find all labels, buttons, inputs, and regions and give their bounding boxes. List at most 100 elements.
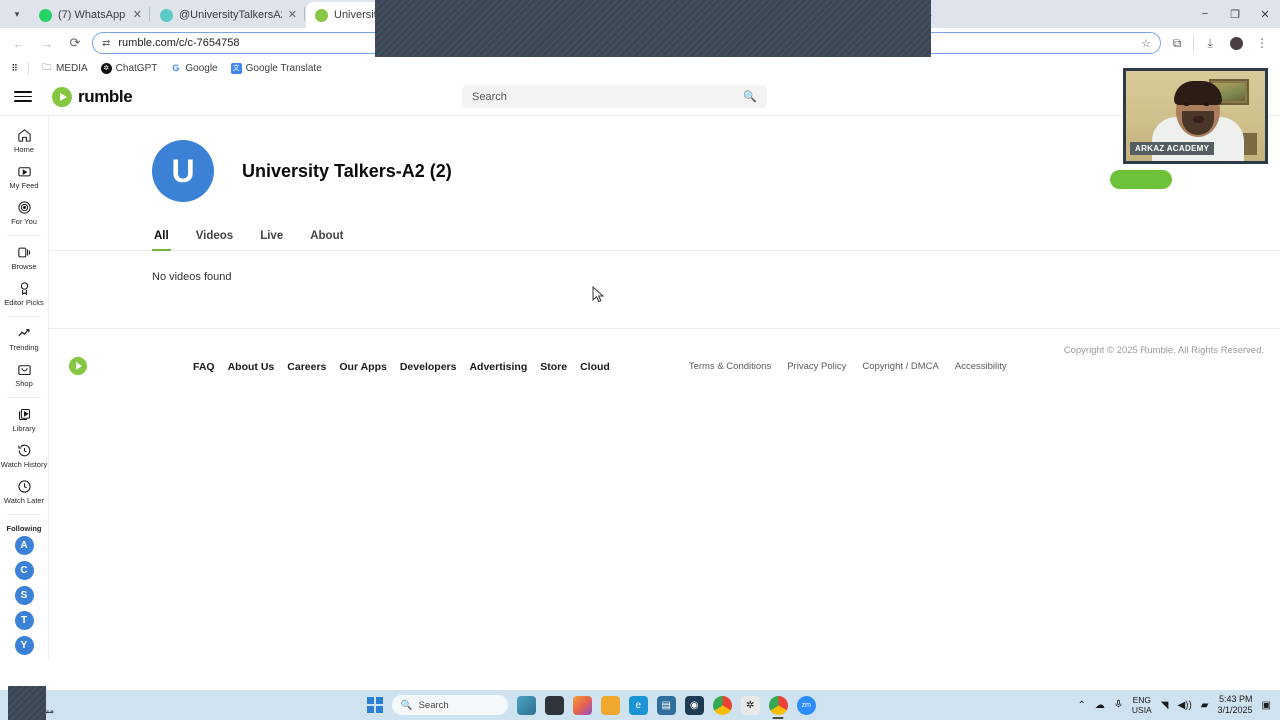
- home-icon: [16, 127, 33, 144]
- tab-close-icon[interactable]: ✕: [133, 9, 142, 21]
- menu-hamburger-icon[interactable]: [14, 86, 36, 108]
- extensions-icon[interactable]: ⧉: [1167, 33, 1187, 53]
- footer-row: FAQ About Us Careers Our Apps Developers…: [49, 345, 1280, 375]
- tab-divider: [149, 7, 150, 21]
- onedrive-icon[interactable]: ☁: [1095, 700, 1105, 711]
- footer-link-careers[interactable]: Careers: [287, 361, 326, 373]
- page-title: University Talkers-A2 (2): [242, 160, 452, 181]
- tab-about[interactable]: About: [308, 226, 345, 250]
- sidebar-item-shop[interactable]: Shop: [0, 357, 48, 393]
- sidebar-item-library[interactable]: Library: [0, 402, 48, 438]
- chrome-active-icon[interactable]: [768, 695, 788, 715]
- bookmark-google-translate[interactable]: 文 Google Translate: [227, 62, 326, 75]
- footer-link-terms[interactable]: Terms & Conditions: [689, 361, 771, 372]
- chrome-icon[interactable]: [712, 695, 732, 715]
- downloads-icon[interactable]: ⤓: [1200, 33, 1220, 53]
- footer-link-our-apps[interactable]: Our Apps: [339, 361, 386, 373]
- footer-link-store[interactable]: Store: [540, 361, 567, 373]
- following-avatar[interactable]: A: [14, 536, 34, 555]
- taskbar-search-input[interactable]: 🔍 Search: [391, 695, 508, 715]
- file-explorer-dark-icon[interactable]: [544, 695, 564, 715]
- sidebar-label: Trending: [9, 343, 39, 352]
- sidebar-label: Library: [12, 424, 36, 433]
- start-button-icon[interactable]: [366, 697, 383, 713]
- microsoft-store-icon[interactable]: ▤: [656, 695, 676, 715]
- edge-icon[interactable]: e: [628, 695, 648, 715]
- widgets-icon[interactable]: [516, 695, 536, 715]
- presenter-eye-left: [1184, 103, 1189, 106]
- windows-taskbar: 8°C مشمس غالبًا 🔍 Search e ▤ ◉ ✲ zm ⌃ ☁ …: [0, 690, 1280, 720]
- rumble-header: rumble Search 🔍 ⚡ G: [0, 78, 1280, 116]
- sidebar-item-for-you[interactable]: For You: [0, 195, 48, 231]
- sidebar-item-watch-history[interactable]: Watch History: [0, 438, 48, 474]
- main-content: U University Talkers-A2 (2) All Videos L…: [49, 116, 1280, 660]
- footer-copyright: Copyright © 2025 Rumble. All Rights Rese…: [1063, 345, 1264, 356]
- clock[interactable]: 5:43 PM 3/1/2025: [1218, 694, 1253, 716]
- following-avatar[interactable]: S: [14, 586, 34, 605]
- webcam-overlay[interactable]: ARKAZ ACADEMY: [1123, 68, 1268, 164]
- bookmark-google[interactable]: G Google: [166, 62, 221, 75]
- browser-tab[interactable]: (7) WhatsApp ✕: [30, 2, 148, 28]
- whatsapp-icon: [39, 8, 52, 22]
- tab-search-chevron-icon[interactable]: ▾: [4, 0, 30, 28]
- presenter-hair: [1174, 81, 1222, 105]
- tab-title: @UniversityTalkersA22 | Link: [179, 9, 282, 21]
- chrome-menu-icon[interactable]: ⋮: [1252, 33, 1272, 53]
- tab-live[interactable]: Live: [258, 226, 285, 250]
- tab-videos[interactable]: Videos: [194, 226, 236, 250]
- microphone-icon[interactable]: [1114, 698, 1123, 713]
- bookmark-chatgpt[interactable]: ✲ ChatGPT: [97, 62, 162, 75]
- following-avatar[interactable]: Y: [14, 636, 34, 655]
- sidebar-item-home[interactable]: Home: [0, 123, 48, 159]
- file-explorer-icon[interactable]: [600, 695, 620, 715]
- back-button[interactable]: ←: [8, 32, 30, 54]
- volume-icon[interactable]: ◀)): [1177, 700, 1191, 711]
- wifi-icon[interactable]: ◥: [1161, 700, 1169, 711]
- occlusion-overlay-top: [375, 0, 931, 57]
- reload-button[interactable]: ⟳: [64, 32, 86, 54]
- footer-link-faq[interactable]: FAQ: [193, 361, 215, 373]
- footer-link-cloud[interactable]: Cloud: [580, 361, 610, 373]
- maximize-button[interactable]: ❐: [1220, 8, 1250, 21]
- following-avatar[interactable]: T: [14, 611, 34, 630]
- search-icon[interactable]: 🔍: [743, 90, 757, 103]
- profile-avatar[interactable]: [1226, 33, 1246, 53]
- footer-link-accessibility[interactable]: Accessibility: [955, 361, 1007, 372]
- presenter-eye-right: [1204, 103, 1209, 106]
- footer-link-developers[interactable]: Developers: [400, 361, 457, 373]
- footer-link-copyright-dmca[interactable]: Copyright / DMCA: [862, 361, 939, 372]
- search-input[interactable]: Search 🔍: [462, 85, 767, 108]
- apps-grid-icon[interactable]: ⠿: [9, 63, 20, 74]
- footer-link-advertising[interactable]: Advertising: [469, 361, 527, 373]
- steam-icon[interactable]: ◉: [684, 695, 704, 715]
- language-indicator[interactable]: ENG USIA: [1132, 695, 1152, 715]
- bookmark-media[interactable]: 🗀 MEDIA: [37, 62, 92, 75]
- bookmark-star-icon[interactable]: ☆: [1141, 37, 1151, 50]
- mouse-cursor: [592, 286, 605, 303]
- browser-tab[interactable]: @UniversityTalkersA22 | Link ✕: [151, 2, 303, 28]
- zoom-icon[interactable]: zm: [796, 695, 816, 715]
- close-window-button[interactable]: ✕: [1250, 8, 1280, 21]
- folder-icon: 🗀: [41, 62, 51, 72]
- sidebar-item-browse[interactable]: Browse: [0, 240, 48, 276]
- footer-link-privacy[interactable]: Privacy Policy: [787, 361, 846, 372]
- sidebar-item-trending[interactable]: Trending: [0, 321, 48, 357]
- tray-chevron-icon[interactable]: ⌃: [1078, 700, 1086, 711]
- sidebar-item-watch-later[interactable]: Watch Later: [0, 474, 48, 510]
- notifications-icon[interactable]: ▣: [1262, 700, 1271, 711]
- sidebar-item-my-feed[interactable]: My Feed: [0, 159, 48, 195]
- sidebar-item-editor-picks[interactable]: Editor Picks: [0, 276, 48, 312]
- copilot-icon[interactable]: [572, 695, 592, 715]
- site-settings-icon[interactable]: ⇄: [102, 38, 110, 49]
- openai-icon[interactable]: ✲: [740, 695, 760, 715]
- tab-all[interactable]: All: [152, 226, 171, 251]
- footer-link-about-us[interactable]: About Us: [228, 361, 275, 373]
- following-avatar[interactable]: C: [14, 561, 34, 580]
- watch-later-icon: [16, 478, 33, 495]
- forward-button[interactable]: →: [36, 32, 58, 54]
- minimize-button[interactable]: −: [1190, 8, 1220, 20]
- search-placeholder: Search: [472, 90, 507, 103]
- rumble-logo[interactable]: rumble: [52, 86, 133, 107]
- battery-icon[interactable]: ▰: [1201, 700, 1209, 711]
- tab-close-icon[interactable]: ✕: [288, 9, 297, 21]
